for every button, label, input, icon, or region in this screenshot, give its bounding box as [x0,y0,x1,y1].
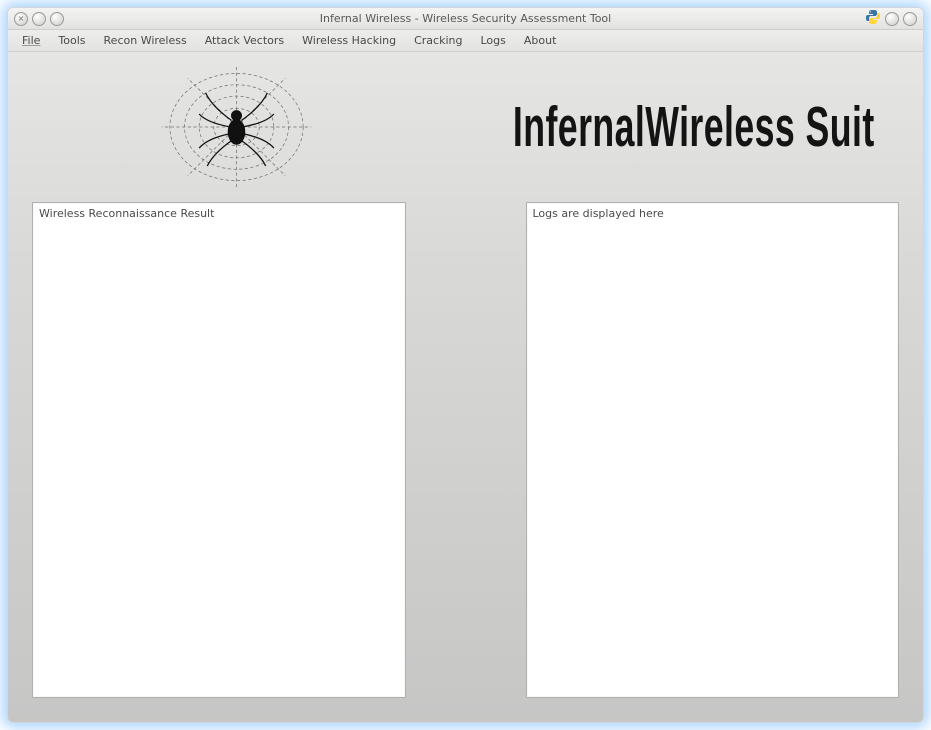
menu-tools[interactable]: Tools [50,32,93,49]
menu-cracking[interactable]: Cracking [406,32,470,49]
recon-result-pane[interactable]: Wireless Reconnaissance Result [32,202,406,698]
window-controls: × [14,12,64,26]
menu-logs[interactable]: Logs [472,32,513,49]
app-title-wrap: InfernalWireless Suit [466,103,924,151]
menu-file[interactable]: File [14,32,48,49]
recon-result-label: Wireless Reconnaissance Result [39,207,214,220]
window-close-button[interactable]: × [14,12,28,26]
python-icon [865,9,881,28]
tray-button-1[interactable] [885,12,899,26]
tray-button-2[interactable] [903,12,917,26]
panes: Wireless Reconnaissance Result Logs are … [8,202,923,722]
menu-about[interactable]: About [516,32,565,49]
window-title: Infernal Wireless - Wireless Security As… [8,12,923,25]
spider-web-icon [154,62,319,192]
header: InfernalWireless Suit [8,52,923,202]
logs-pane[interactable]: Logs are displayed here [526,202,900,698]
app-window: × Infernal Wireless - Wireless Security … [7,7,924,723]
menubar: File Tools Recon Wireless Attack Vectors… [8,30,923,52]
menu-attack-vectors[interactable]: Attack Vectors [197,32,292,49]
menu-recon-wireless[interactable]: Recon Wireless [96,32,195,49]
app-title: InfernalWireless Suit [513,95,875,160]
menu-wireless-hacking[interactable]: Wireless Hacking [294,32,404,49]
window-minimize-button[interactable] [32,12,46,26]
close-icon: × [18,15,25,23]
tray-area [865,8,917,29]
logs-label: Logs are displayed here [533,207,664,220]
titlebar: × Infernal Wireless - Wireless Security … [8,8,923,30]
logo-wrap [8,62,466,192]
window-maximize-button[interactable] [50,12,64,26]
